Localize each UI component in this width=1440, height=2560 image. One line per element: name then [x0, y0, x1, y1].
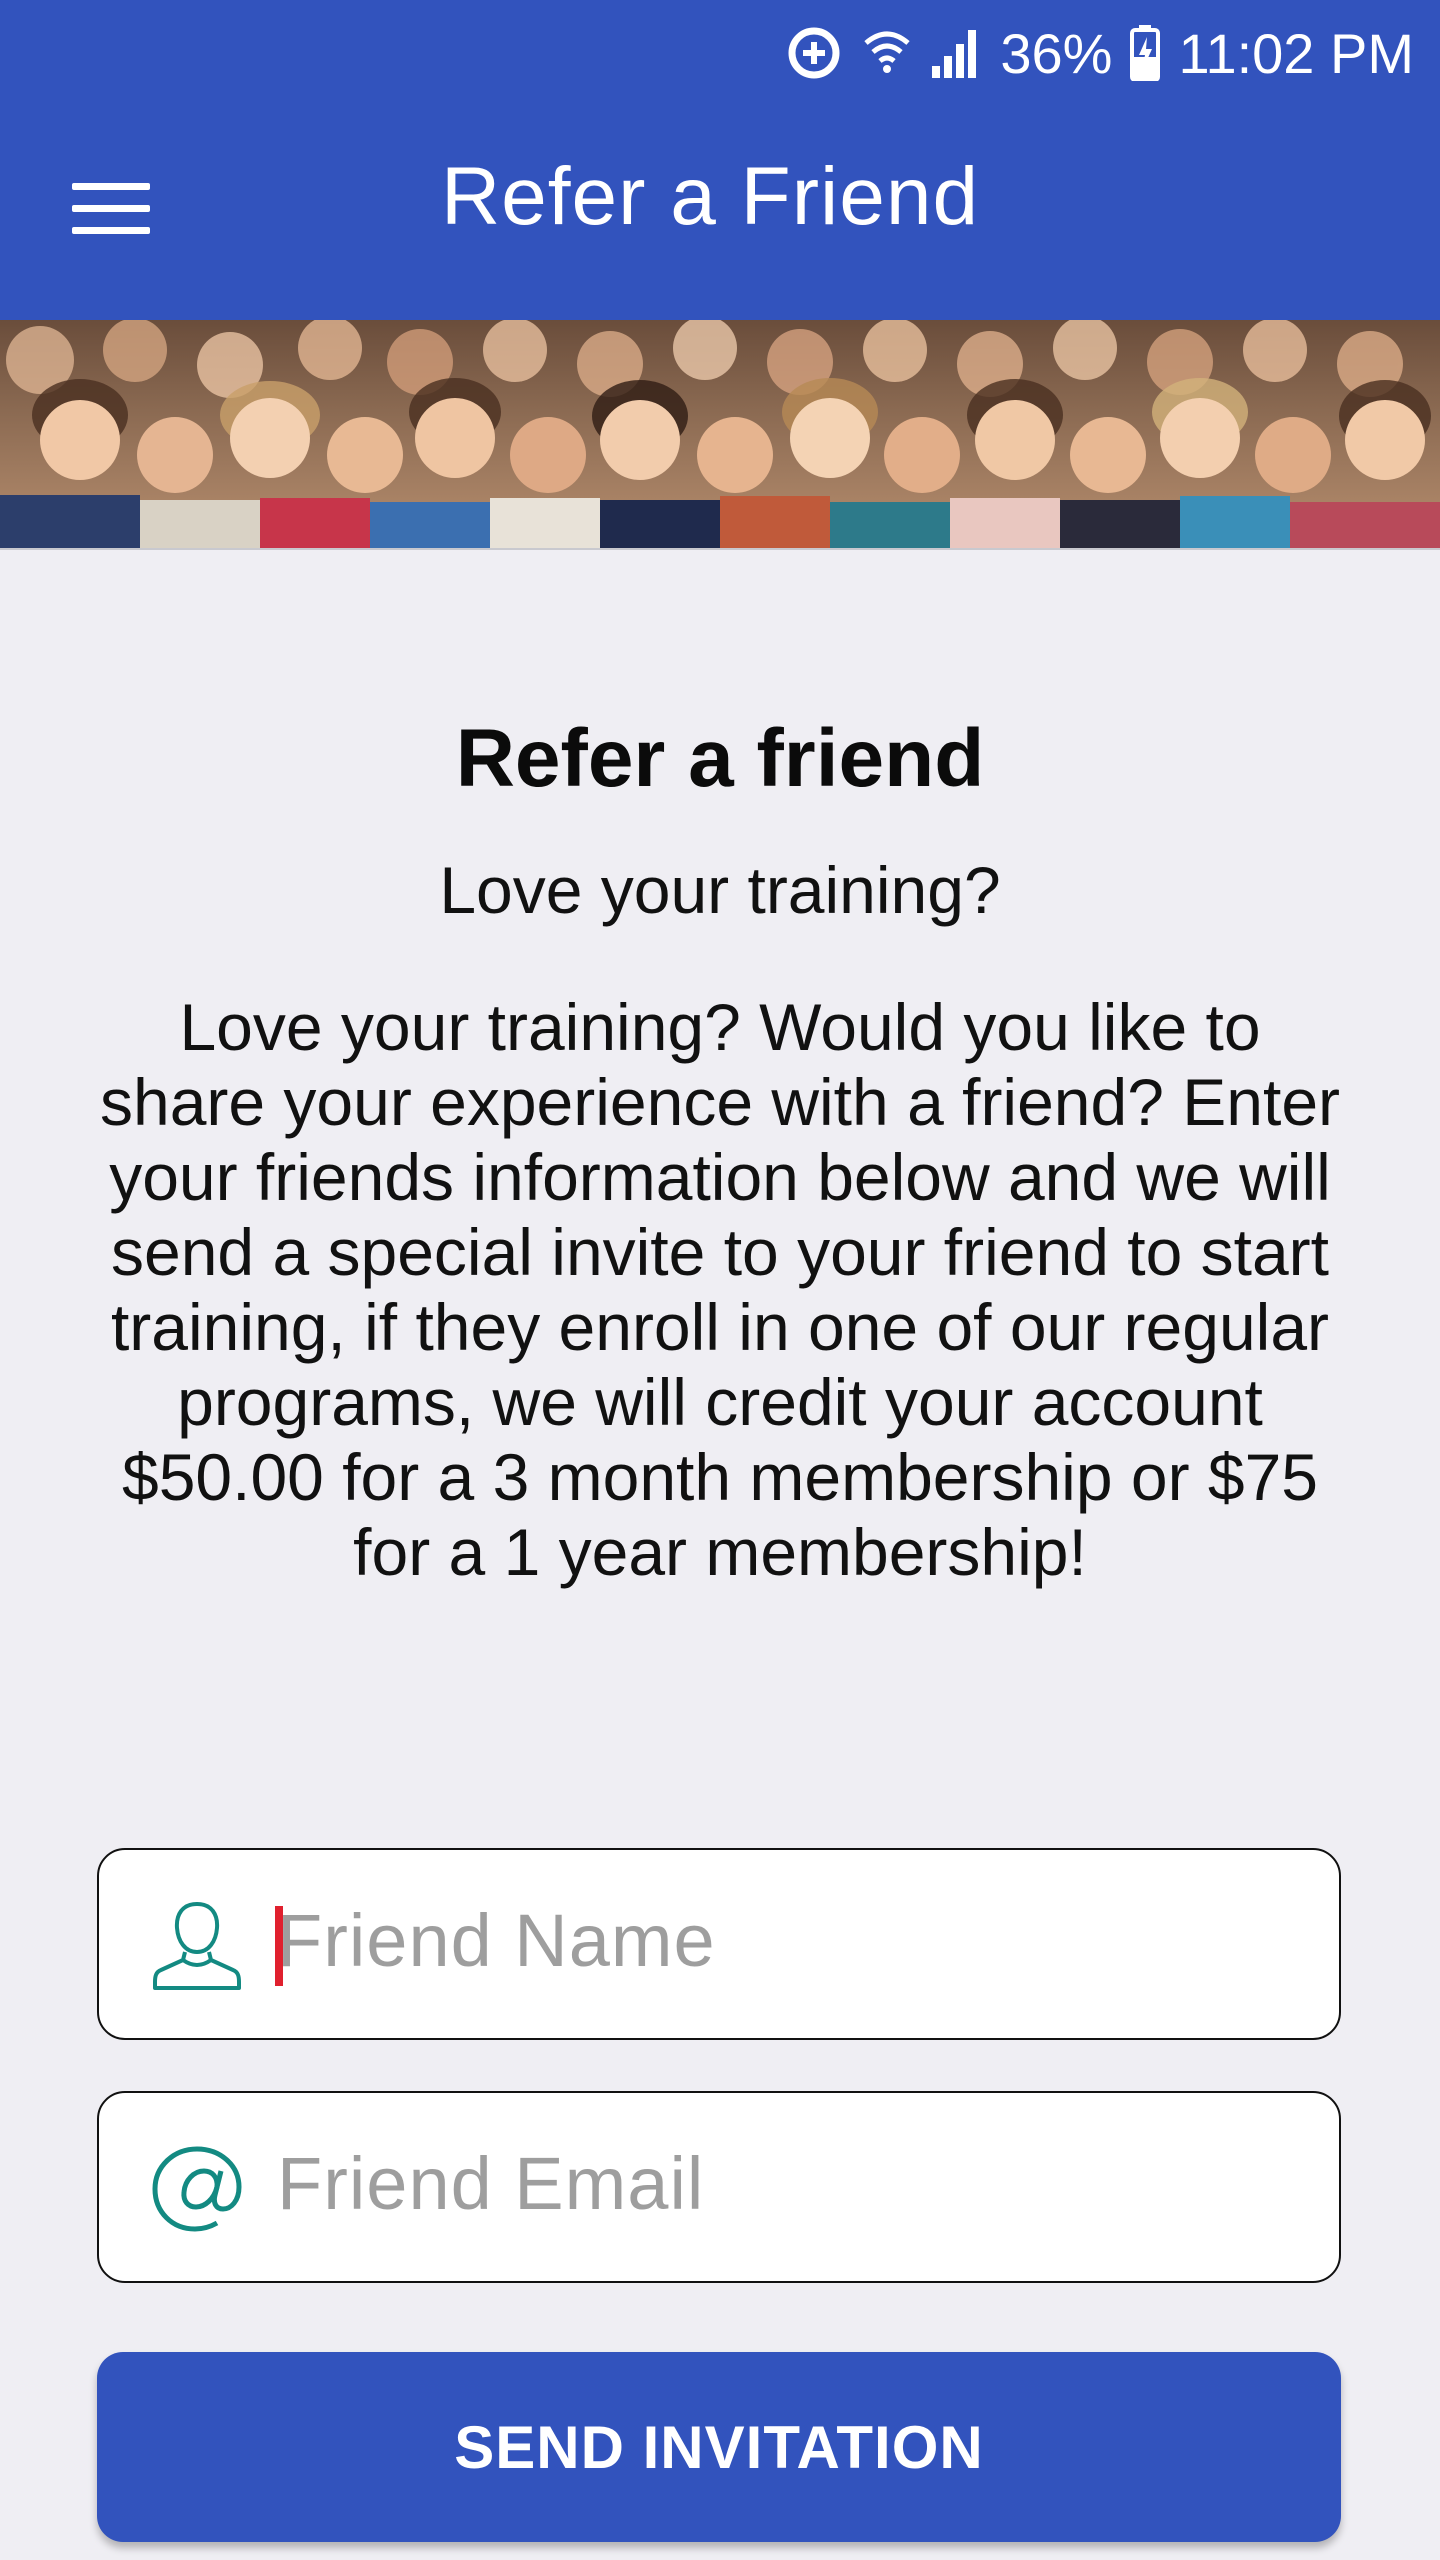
friend-name-placeholder: Friend Name	[277, 1899, 716, 1982]
signal-icon	[930, 28, 982, 78]
app-bar-title: Refer a Friend	[440, 151, 980, 242]
send-invitation-label: SEND INVITATION	[454, 2413, 984, 2481]
section-subheading: Love your training?	[439, 853, 1001, 927]
person-icon	[147, 1896, 247, 1996]
status-bar: 36% 11:02 PM	[784, 14, 1414, 92]
referral-description: Love your training? Would you like to sh…	[99, 990, 1340, 1589]
crowd-illustration	[0, 320, 1440, 548]
battery-charging-icon	[1130, 25, 1161, 81]
app-bar: 36% 11:02 PM Refer a Friend	[0, 0, 1440, 320]
clock: 11:02 PM	[1178, 21, 1414, 85]
section-heading: Refer a friend	[455, 713, 985, 804]
people-banner-image	[0, 320, 1440, 550]
friend-email-field[interactable]: Friend Email	[97, 2091, 1341, 2283]
friend-email-placeholder: Friend Email	[277, 2142, 705, 2225]
friend-name-field[interactable]: Friend Name	[97, 1848, 1341, 2040]
battery-percent: 36%	[1000, 21, 1113, 85]
wifi-icon	[862, 25, 912, 81]
data-saver-icon	[784, 23, 844, 83]
send-invitation-button[interactable]: SEND INVITATION	[97, 2352, 1341, 2542]
at-sign-icon	[147, 2139, 247, 2239]
